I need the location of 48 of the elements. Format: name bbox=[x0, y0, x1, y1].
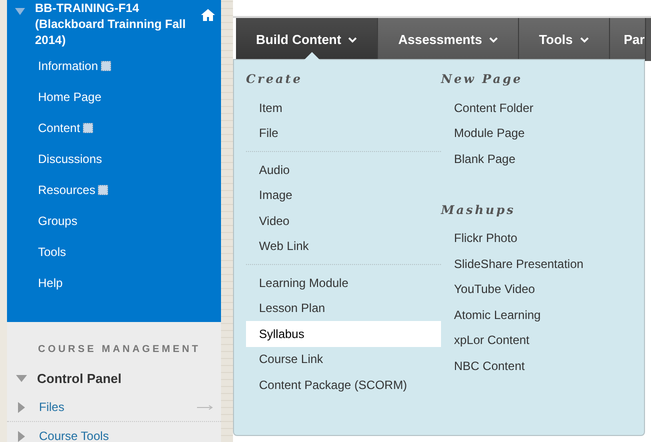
menu-item[interactable]: Syllabus bbox=[246, 321, 441, 346]
menu-item[interactable]: Image bbox=[246, 182, 441, 208]
menu-item[interactable]: Atomic Learning bbox=[441, 302, 641, 328]
course-menu-link[interactable]: Resources bbox=[38, 174, 221, 205]
menu-item[interactable]: NBC Content bbox=[441, 353, 641, 378]
caret-icon bbox=[489, 36, 498, 42]
control-panel-heading[interactable]: Control Panel bbox=[37, 370, 122, 386]
course-title: BB-TRAINING-F14 (Blackboard Trainning Fall 2014) bbox=[35, 0, 187, 48]
menu-item[interactable]: Lesson Plan bbox=[246, 296, 441, 321]
menu-item[interactable]: Item bbox=[246, 95, 441, 120]
menu-tab[interactable]: Par bbox=[610, 18, 646, 61]
menu-item[interactable]: SlideShare Presentation bbox=[441, 251, 641, 276]
menu-tab[interactable]: Build Content bbox=[236, 18, 378, 61]
menu-item[interactable]: Course Link bbox=[246, 346, 441, 372]
menu-heading: Create bbox=[246, 71, 304, 88]
menu-item[interactable]: Content Package (SCORM) bbox=[246, 372, 441, 398]
home-icon[interactable] bbox=[201, 9, 215, 21]
menu-item[interactable]: Blank Page bbox=[441, 146, 641, 172]
control-panel-link[interactable]: Course Tools bbox=[39, 429, 213, 442]
menu-tab[interactable]: Tools bbox=[519, 18, 610, 61]
menu-tab[interactable]: Assessments bbox=[378, 18, 520, 61]
menu-item[interactable]: Flickr Photo bbox=[441, 226, 641, 251]
menu-item[interactable]: Content Folder bbox=[441, 95, 641, 120]
menu-item[interactable]: YouTube Video bbox=[441, 276, 641, 302]
expand-triangle-icon[interactable] bbox=[18, 430, 25, 442]
menu-item[interactable]: Video bbox=[246, 208, 441, 234]
course-menu-link[interactable]: Content bbox=[38, 112, 221, 143]
menu-item[interactable]: File bbox=[246, 120, 441, 146]
course-menu-link[interactable]: Groups bbox=[38, 205, 221, 236]
course-menu-link[interactable]: Discussions bbox=[38, 143, 221, 174]
caret-icon bbox=[580, 36, 589, 42]
expand-triangle-icon[interactable] bbox=[18, 402, 25, 412]
menu-heading: Mashups bbox=[441, 202, 516, 218]
menu-item[interactable]: Audio bbox=[246, 157, 441, 182]
course-menu-link[interactable]: Information bbox=[38, 50, 221, 81]
course-menu-link[interactable]: Tools bbox=[38, 236, 221, 267]
caret-icon bbox=[348, 36, 358, 42]
collapse-triangle-icon[interactable] bbox=[15, 8, 25, 15]
menu-item[interactable]: Web Link bbox=[246, 234, 441, 259]
menu-item[interactable]: xpLor Content bbox=[441, 328, 641, 353]
course-menu-link[interactable]: Home Page bbox=[38, 81, 221, 112]
section-heading: COURSE MANAGEMENT bbox=[38, 344, 202, 355]
menu-item[interactable]: Learning Module bbox=[246, 270, 441, 296]
control-panel-link[interactable]: Files bbox=[39, 400, 183, 414]
course-menu-link[interactable]: Help bbox=[38, 267, 221, 298]
menu-item[interactable]: Module Page bbox=[441, 120, 641, 146]
expand-triangle-icon[interactable] bbox=[16, 374, 27, 382]
menu-heading: New Page bbox=[441, 71, 524, 88]
